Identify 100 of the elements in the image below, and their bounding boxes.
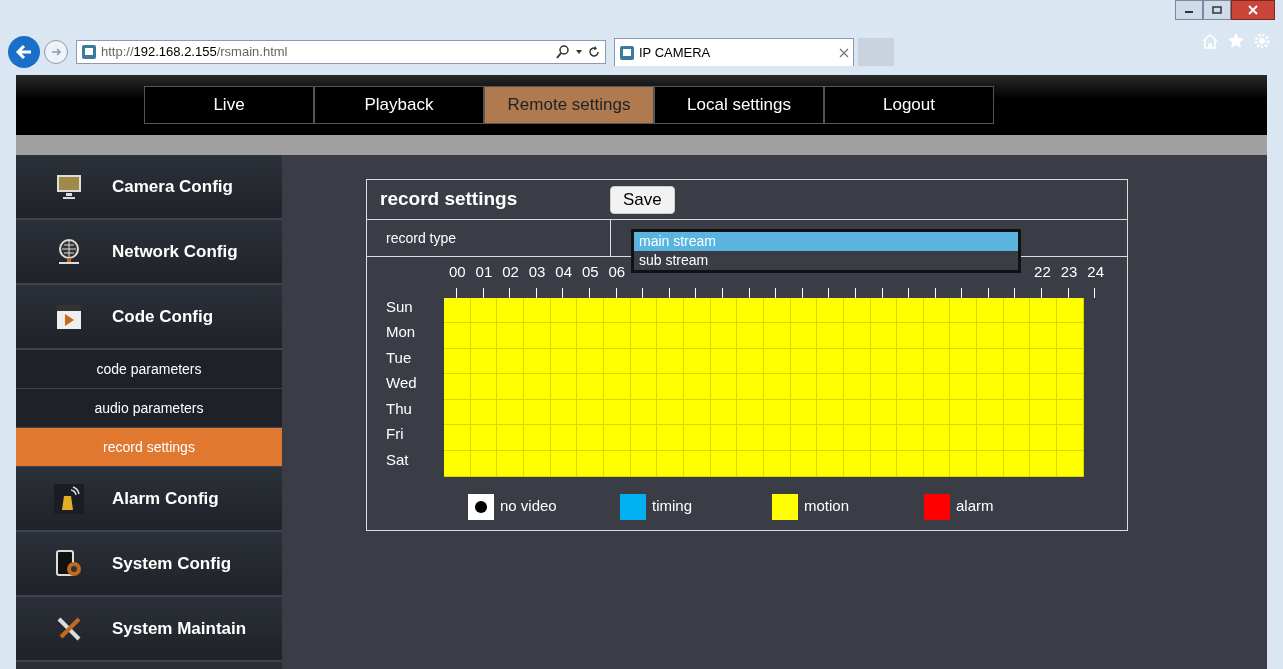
schedule-cell[interactable]: [577, 374, 604, 400]
nav-tab[interactable]: Live: [144, 86, 314, 124]
schedule-cell[interactable]: [497, 425, 524, 452]
schedule-cell[interactable]: [497, 399, 524, 426]
schedule-cell[interactable]: [1003, 297, 1031, 324]
schedule-cell[interactable]: [550, 425, 578, 452]
schedule-cell[interactable]: [897, 451, 924, 477]
schedule-cell[interactable]: [817, 323, 844, 349]
schedule-cell[interactable]: [603, 451, 631, 477]
schedule-cell[interactable]: [1057, 348, 1084, 375]
dropdown-option[interactable]: sub stream: [634, 251, 1018, 270]
schedule-cell[interactable]: [657, 323, 684, 349]
schedule-cell[interactable]: [1057, 399, 1084, 426]
schedule-cell[interactable]: [977, 374, 1004, 400]
schedule-cell[interactable]: [444, 323, 471, 349]
schedule-cell[interactable]: [444, 425, 471, 452]
schedule-cell[interactable]: [763, 374, 791, 400]
caret-icon[interactable]: [575, 48, 583, 56]
schedule-cell[interactable]: [870, 323, 898, 349]
schedule-cell[interactable]: [737, 323, 764, 349]
schedule-cell[interactable]: [550, 297, 578, 324]
schedule-cell[interactable]: [737, 451, 764, 477]
schedule-cell[interactable]: [843, 451, 871, 477]
sidebar-item[interactable]: System Config: [16, 532, 282, 597]
settings-icon[interactable]: [1253, 32, 1271, 50]
schedule-cell[interactable]: [630, 323, 658, 349]
schedule-cell[interactable]: [1057, 374, 1084, 400]
schedule-cell[interactable]: [577, 451, 604, 477]
schedule-cell[interactable]: [523, 297, 551, 324]
schedule-cell[interactable]: [1030, 348, 1058, 375]
schedule-cell[interactable]: [470, 425, 498, 452]
schedule-cell[interactable]: [950, 297, 978, 324]
browser-tab[interactable]: IP CAMERA: [614, 38, 854, 66]
schedule-cell[interactable]: [950, 323, 978, 349]
schedule-cell[interactable]: [1003, 374, 1031, 400]
sidebar-item[interactable]: Camera Config: [16, 155, 282, 220]
schedule-cell[interactable]: [710, 374, 738, 400]
schedule-cell[interactable]: [444, 374, 471, 400]
schedule-cell[interactable]: [683, 425, 711, 452]
schedule-cell[interactable]: [737, 374, 764, 400]
schedule-cell[interactable]: [790, 297, 818, 324]
search-icon[interactable]: [555, 44, 571, 60]
schedule-cell[interactable]: [470, 323, 498, 349]
forward-button[interactable]: [44, 40, 68, 64]
sidebar-item[interactable]: Network Config: [16, 220, 282, 285]
schedule-cell[interactable]: [657, 425, 684, 452]
schedule-cell[interactable]: [897, 374, 924, 400]
schedule-cell[interactable]: [1057, 451, 1084, 477]
schedule-cell[interactable]: [1057, 425, 1084, 452]
schedule-cell[interactable]: [710, 297, 738, 324]
schedule-cell[interactable]: [1030, 323, 1058, 349]
schedule-cell[interactable]: [923, 374, 951, 400]
schedule-cell[interactable]: [763, 297, 791, 324]
nav-tab[interactable]: Local settings: [654, 86, 824, 124]
schedule-cell[interactable]: [1057, 297, 1084, 324]
schedule-cell[interactable]: [817, 374, 844, 400]
schedule-cell[interactable]: [763, 425, 791, 452]
schedule-cell[interactable]: [737, 297, 764, 324]
schedule-cell[interactable]: [1057, 323, 1084, 349]
schedule-cell[interactable]: [1030, 451, 1058, 477]
schedule-cell[interactable]: [977, 323, 1004, 349]
back-button[interactable]: [8, 36, 40, 68]
schedule-cell[interactable]: [523, 451, 551, 477]
schedule-cell[interactable]: [897, 425, 924, 452]
schedule-cell[interactable]: [710, 451, 738, 477]
schedule-cell[interactable]: [923, 451, 951, 477]
schedule-cell[interactable]: [790, 451, 818, 477]
schedule-cell[interactable]: [470, 451, 498, 477]
schedule-cell[interactable]: [1003, 425, 1031, 452]
schedule-cell[interactable]: [497, 348, 524, 375]
schedule-cell[interactable]: [444, 297, 471, 324]
dropdown-list[interactable]: main stream sub stream: [631, 229, 1021, 273]
home-icon[interactable]: [1201, 32, 1219, 50]
schedule-cell[interactable]: [497, 374, 524, 400]
schedule-cell[interactable]: [630, 425, 658, 452]
schedule-cell[interactable]: [737, 399, 764, 426]
schedule-cell[interactable]: [950, 425, 978, 452]
submenu-item[interactable]: code parameters: [16, 350, 282, 389]
schedule-cell[interactable]: [683, 374, 711, 400]
schedule-cell[interactable]: [497, 297, 524, 324]
schedule-cell[interactable]: [977, 425, 1004, 452]
schedule-cell[interactable]: [1003, 451, 1031, 477]
schedule-cell[interactable]: [710, 323, 738, 349]
schedule-cell[interactable]: [870, 374, 898, 400]
schedule-cell[interactable]: [763, 323, 791, 349]
schedule-cell[interactable]: [897, 323, 924, 349]
schedule-cell[interactable]: [897, 399, 924, 426]
schedule-cell[interactable]: [657, 399, 684, 426]
schedule-cell[interactable]: [897, 348, 924, 375]
schedule-cell[interactable]: [977, 399, 1004, 426]
schedule-cell[interactable]: [577, 399, 604, 426]
schedule-cell[interactable]: [870, 451, 898, 477]
schedule-cell[interactable]: [603, 323, 631, 349]
schedule-cell[interactable]: [817, 399, 844, 426]
schedule-cell[interactable]: [950, 374, 978, 400]
schedule-cell[interactable]: [870, 297, 898, 324]
schedule-cell[interactable]: [470, 297, 498, 324]
schedule-cell[interactable]: [603, 297, 631, 324]
star-icon[interactable]: [1227, 32, 1245, 50]
save-button[interactable]: Save: [610, 185, 675, 214]
